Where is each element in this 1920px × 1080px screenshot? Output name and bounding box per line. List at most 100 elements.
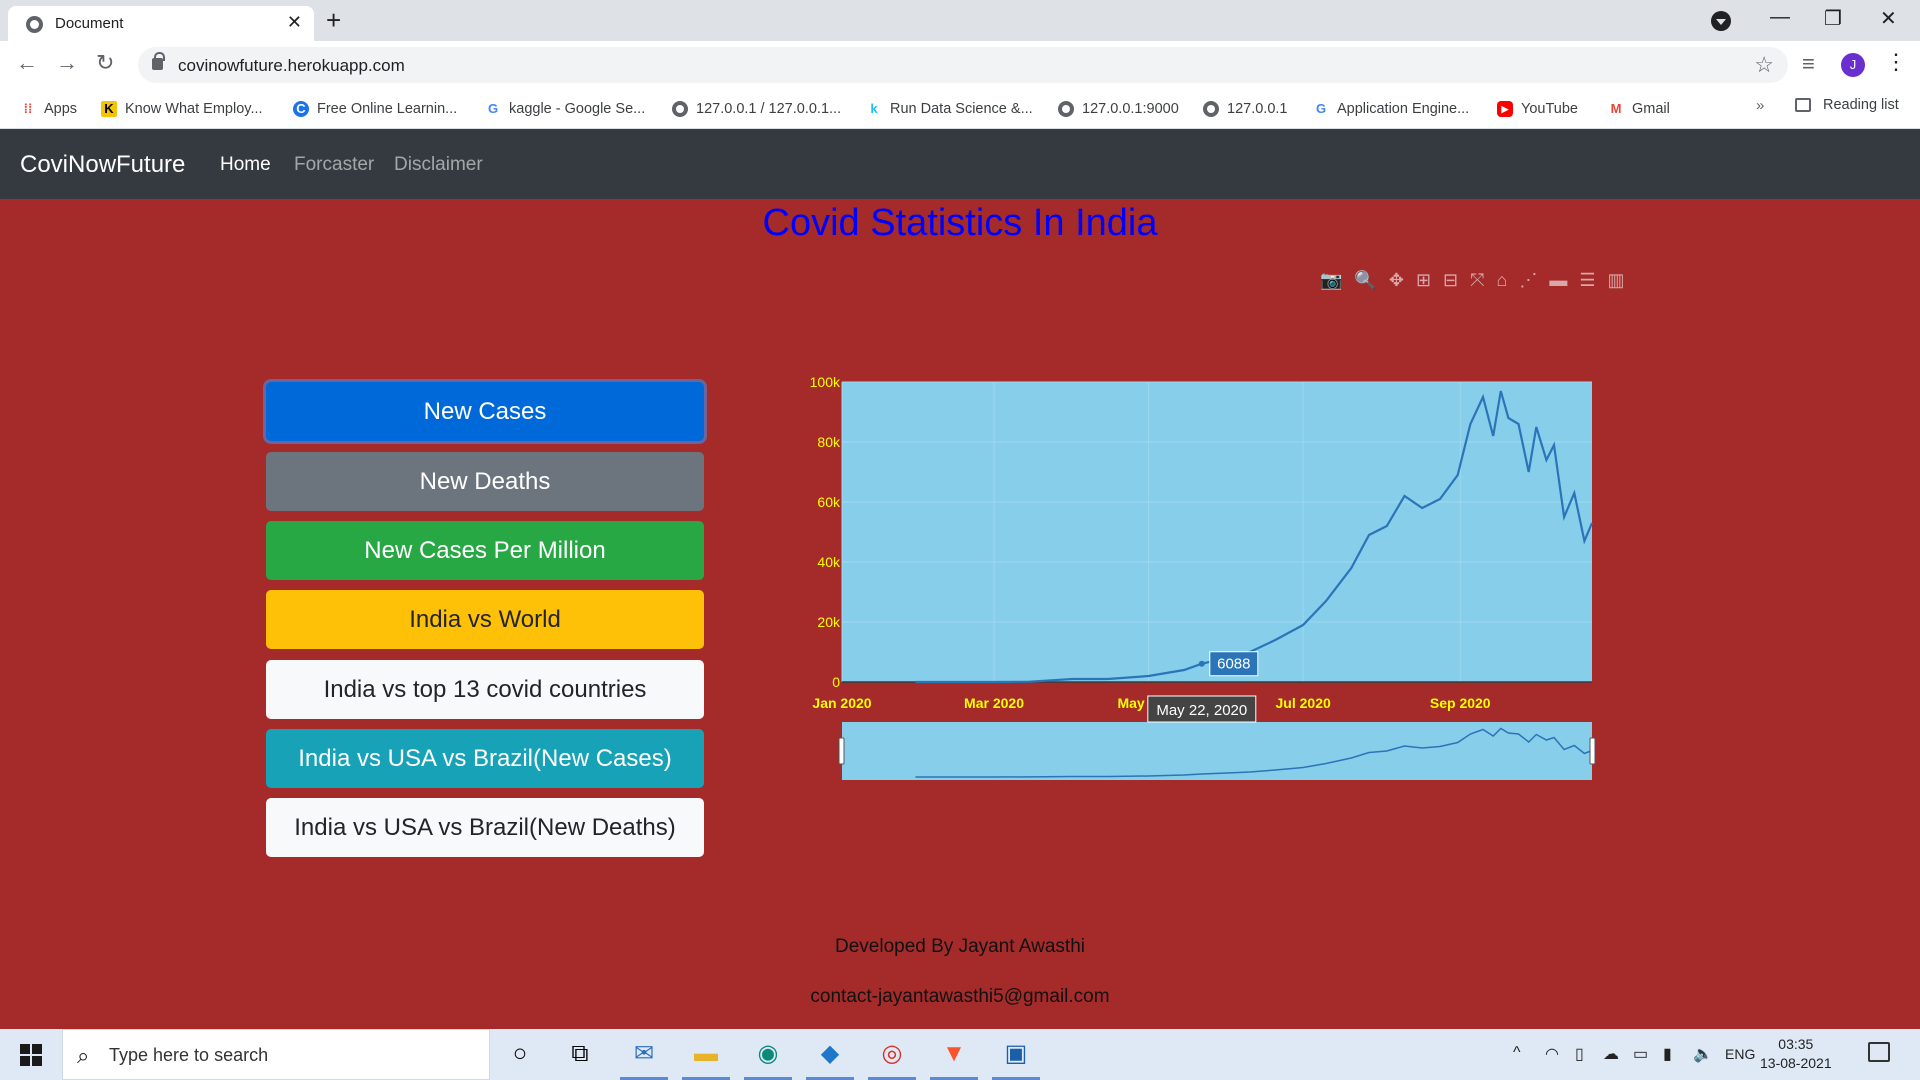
restore-icon[interactable]: ❐ [1824, 6, 1842, 31]
bookmark-localhost-1[interactable]: 127.0.0.1 / 127.0.0.1... [672, 97, 841, 121]
new-tab-icon[interactable]: + [326, 5, 341, 36]
autoscale-icon[interactable]: ⤧ [1470, 270, 1484, 291]
range-slider-right-handle [1589, 737, 1596, 765]
k-kaggle-icon: k [870, 101, 878, 116]
monitor-icon[interactable]: ▭ [1633, 1044, 1648, 1064]
y-tick-label: 40k [817, 554, 841, 570]
spike-lines-icon[interactable]: ⋰ [1519, 270, 1537, 291]
clock-date: 13-08-2021 [1760, 1055, 1832, 1071]
bookmark-label: 127.0.0.1:9000 [1082, 101, 1179, 117]
bookmark-localhost[interactable]: 127.0.0.1 [1203, 97, 1287, 121]
bookmarks-overflow-icon[interactable]: » [1756, 97, 1764, 114]
bookmark-star-icon[interactable]: ☆ [1754, 52, 1774, 78]
globe-icon [1203, 101, 1219, 117]
edge-icon[interactable]: ◉ [744, 1037, 792, 1080]
back-icon[interactable]: ← [16, 50, 38, 76]
bookmark-gmail[interactable]: M Gmail [1608, 97, 1670, 121]
language-indicator[interactable]: ENG [1725, 1046, 1755, 1062]
network-icon[interactable]: ◠ [1545, 1044, 1559, 1064]
clock[interactable]: 03:35 13-08-2021 [1760, 1035, 1832, 1073]
hover-compare-icon[interactable]: ☰ [1579, 270, 1595, 291]
site-brand[interactable]: CoviNowFuture [20, 151, 185, 179]
new-cases-chart[interactable]: 020k40k60k80k100kJan 2020Mar 2020May 202… [790, 370, 1620, 790]
chrome-icon[interactable]: ◎ [868, 1037, 916, 1080]
google-icon: G [1315, 101, 1327, 116]
zoom-icon[interactable]: 🔍 [1354, 270, 1376, 291]
hover-x-label: May 22, 2020 [1156, 702, 1247, 719]
address-bar[interactable]: covinowfuture.herokuapp.com ☆ [138, 47, 1788, 83]
plotly-logo-icon[interactable]: ▥ [1608, 270, 1625, 291]
pan-icon[interactable]: ✥ [1389, 270, 1404, 291]
cortana-icon[interactable]: ○ [503, 1037, 537, 1071]
india-usa-brazil-deaths-button[interactable]: India vs USA vs Brazil(New Deaths) [266, 798, 704, 857]
y-tick-label: 60k [817, 494, 841, 510]
reading-list-button[interactable]: Reading list [1795, 97, 1899, 113]
nav-home[interactable]: Home [220, 154, 271, 176]
bookmark-kaggle-google[interactable]: G kaggle - Google Se... [485, 97, 645, 121]
tab-search-icon[interactable] [1711, 11, 1731, 31]
india-vs-top13-button[interactable]: India vs top 13 covid countries [266, 660, 704, 719]
cloud-icon[interactable]: ☁ [1603, 1044, 1619, 1064]
globe-icon [26, 16, 43, 33]
plot-area [842, 382, 1592, 682]
taskbar-search-box[interactable]: ⌕ Type here to search [62, 1029, 490, 1080]
home-icon[interactable]: ⌂ [1497, 270, 1508, 291]
task-view-icon[interactable]: ⧉ [563, 1037, 597, 1071]
bookmark-label: 127.0.0.1 [1227, 101, 1288, 117]
browser-toolbar: ← → ↻ covinowfuture.herokuapp.com ☆ ≡ J … [0, 41, 1920, 89]
windows-start-icon[interactable] [20, 1044, 42, 1066]
taskbar-search-placeholder: Type here to search [109, 1045, 269, 1065]
url-text[interactable]: covinowfuture.herokuapp.com [178, 56, 405, 76]
brave-icon[interactable]: ▼ [930, 1037, 978, 1080]
bookmark-label: Apps [44, 101, 78, 117]
tray-chevron-icon[interactable]: ^ [1513, 1044, 1521, 1062]
device-icon[interactable]: ▯ [1575, 1044, 1584, 1064]
mail-icon[interactable]: ✉ [620, 1037, 668, 1080]
globe-icon [672, 101, 688, 117]
reload-icon[interactable]: ↻ [96, 50, 114, 76]
india-vs-world-button[interactable]: India vs World [266, 590, 704, 649]
nav-disclaimer[interactable]: Disclaimer [394, 154, 483, 176]
bookmark-label: Gmail [1632, 101, 1670, 117]
bookmark-app-engine[interactable]: G Application Engine... [1313, 97, 1469, 121]
bookmark-run-data-science[interactable]: k Run Data Science &... [866, 97, 1032, 121]
bookmark-label: kaggle - Google Se... [509, 101, 646, 117]
browser-tab[interactable]: Document ✕ [8, 6, 314, 41]
new-cases-per-million-button[interactable]: New Cases Per Million [266, 521, 704, 580]
camera-icon[interactable]: 📷 [1320, 270, 1342, 291]
x-tick-label: Jul 2020 [1276, 695, 1331, 711]
new-deaths-button[interactable]: New Deaths [266, 452, 704, 511]
k-logo-icon: K [101, 101, 117, 117]
reading-list-icon [1795, 98, 1811, 112]
forward-icon[interactable]: → [56, 50, 78, 76]
file-explorer-icon[interactable]: ▬ [682, 1037, 730, 1080]
hover-closest-icon[interactable]: ▬ [1549, 270, 1567, 291]
notification-icon[interactable] [1868, 1042, 1890, 1062]
bookmark-youtube[interactable]: ▶ YouTube [1497, 97, 1578, 121]
vscode-icon[interactable]: ◆ [806, 1037, 854, 1080]
media-control-icon[interactable]: ≡ [1802, 51, 1815, 77]
menu-kebab-icon[interactable]: ⋮ [1885, 49, 1907, 75]
close-window-icon[interactable]: ✕ [1880, 6, 1897, 31]
y-tick-label: 0 [832, 674, 840, 690]
battery-icon[interactable]: ▮ [1663, 1044, 1672, 1064]
profile-avatar[interactable]: J [1841, 53, 1865, 77]
developer-credit: Developed By Jayant Awasthi [835, 936, 1085, 957]
volume-icon[interactable]: 🔈 [1693, 1044, 1713, 1064]
chart-modebar: 📷 🔍 ✥ ⊞ ⊟ ⤧ ⌂ ⋰ ▬ ☰ ▥ [1320, 268, 1637, 292]
zoom-in-icon[interactable]: ⊞ [1416, 270, 1431, 291]
india-usa-brazil-cases-button[interactable]: India vs USA vs Brazil(New Cases) [266, 729, 704, 788]
bookmark-free-online[interactable]: C Free Online Learnin... [293, 97, 457, 121]
zoom-out-icon[interactable]: ⊟ [1443, 270, 1458, 291]
bookmark-know-what[interactable]: K Know What Employ... [101, 97, 263, 121]
nav-forcaster[interactable]: Forcaster [294, 154, 374, 176]
photos-icon[interactable]: ▣ [992, 1037, 1040, 1080]
bookmark-apps[interactable]: ⁞⁞ Apps [20, 97, 77, 121]
contact-email: contact-jayantawasthi5@gmail.com [810, 986, 1110, 1007]
lock-icon[interactable] [152, 52, 165, 70]
bookmark-localhost-9000[interactable]: 127.0.0.1:9000 [1058, 97, 1179, 121]
close-icon[interactable]: ✕ [287, 12, 302, 33]
minimize-icon[interactable]: — [1770, 6, 1790, 29]
x-tick-label: Jan 2020 [812, 695, 871, 711]
new-cases-button[interactable]: New Cases [266, 382, 704, 441]
